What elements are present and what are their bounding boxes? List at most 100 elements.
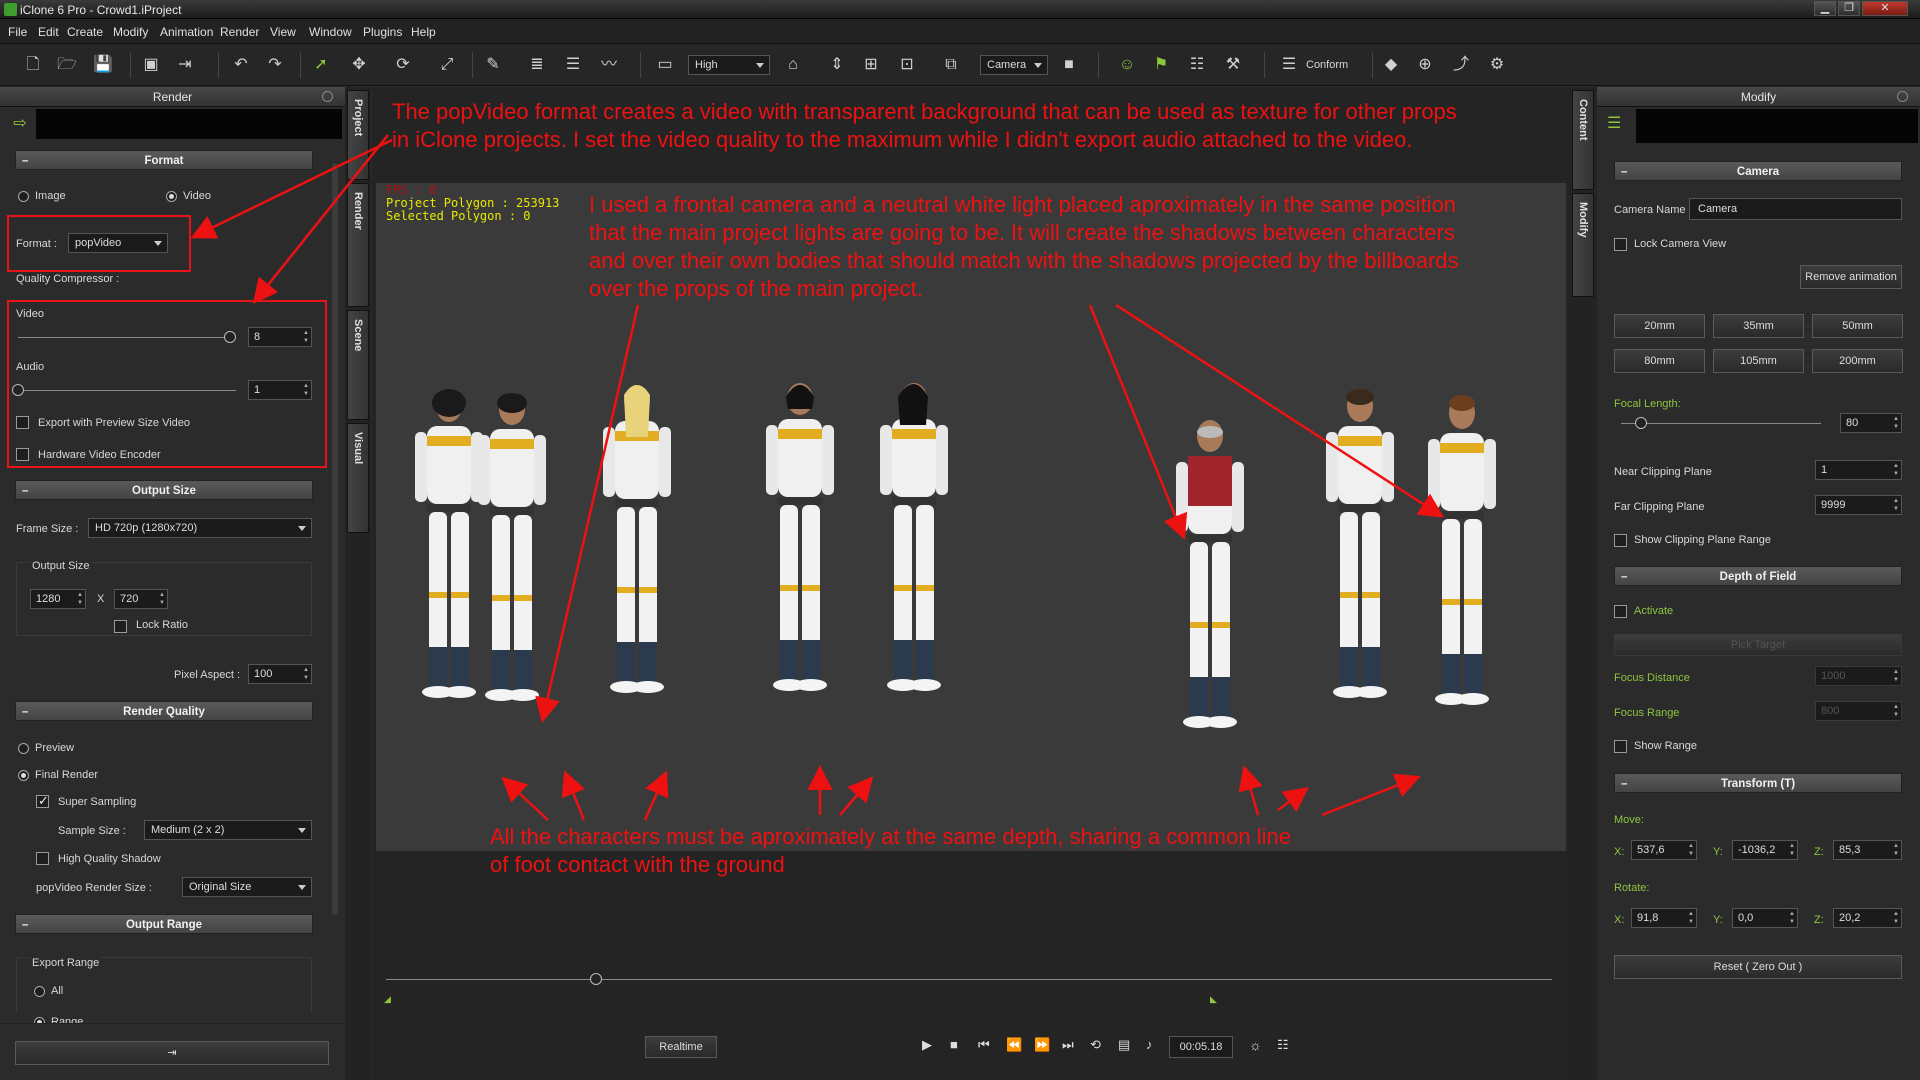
lock-ratio-checkbox[interactable]	[114, 620, 127, 633]
wrench-icon[interactable]: ⚒	[1222, 54, 1244, 76]
focus-range-input[interactable]: 800 ▲ ▼	[1815, 701, 1902, 721]
lens-105mm-button[interactable]: 105mm	[1713, 349, 1804, 373]
gizmo-icon[interactable]: ◆	[1380, 54, 1402, 76]
eye-hide-icon[interactable]: 〰	[598, 54, 620, 76]
stop-icon[interactable]: ■	[950, 1037, 958, 1052]
output-size-section-header[interactable]: – Output Size	[15, 480, 313, 500]
transform-section-header[interactable]: – Transform (T)	[1614, 773, 1902, 793]
lens-20mm-button[interactable]: 20mm	[1614, 314, 1705, 338]
move-x-input[interactable]: 537,6 ▲ ▼	[1631, 840, 1697, 860]
remove-animation-button[interactable]: Remove animation	[1800, 265, 1902, 289]
redo-icon[interactable]: ↷	[264, 54, 286, 76]
move-y-input[interactable]: -1036,2 ▲ ▼	[1732, 840, 1798, 860]
camera-dropdown[interactable]: Camera	[980, 55, 1048, 75]
timeline-scrubber[interactable]	[589, 973, 602, 985]
timecode-field[interactable]: 00:05.18	[1169, 1036, 1233, 1058]
menu-create[interactable]: Create	[67, 25, 103, 39]
folder-export-icon[interactable]: ⤴	[1450, 54, 1472, 76]
loop-icon[interactable]: ⟲	[1090, 1037, 1101, 1053]
conform-label[interactable]: Conform	[1306, 59, 1348, 71]
align-icon[interactable]: ≣	[526, 54, 548, 76]
render-panel-scrollbar[interactable]	[332, 163, 338, 915]
show-dof-range-checkbox[interactable]	[1614, 740, 1627, 753]
render-export-icon[interactable]: ⇨	[6, 109, 34, 139]
new-file-icon[interactable]: 🗋	[22, 54, 44, 76]
timeline-track[interactable]	[386, 979, 1552, 980]
move-icon[interactable]: ✥	[348, 54, 370, 76]
tab-project[interactable]: Project	[347, 90, 369, 180]
pick-target-button[interactable]: Pick Target	[1614, 634, 1902, 656]
render-export-button[interactable]: ⇥	[15, 1041, 329, 1065]
video-camera-icon[interactable]: ■	[1058, 54, 1080, 76]
conform-icon[interactable]: ☰	[1278, 54, 1300, 76]
reset-zero-out-button[interactable]: Reset ( Zero Out )	[1614, 955, 1902, 979]
rotate-z-input[interactable]: 20,2 ▲ ▼	[1833, 908, 1902, 928]
video-radio[interactable]	[166, 191, 177, 202]
play-icon[interactable]: ▶	[922, 1037, 932, 1053]
close-button[interactable]: ✕	[1862, 1, 1908, 16]
tab-content[interactable]: Content	[1572, 90, 1594, 190]
panel-close-icon[interactable]	[322, 91, 333, 102]
lens-50mm-button[interactable]: 50mm	[1812, 314, 1903, 338]
go-end-icon[interactable]: ⏭	[1062, 1037, 1074, 1053]
format-section-header[interactable]: – Format	[15, 150, 313, 170]
modify-close-icon[interactable]	[1897, 91, 1908, 102]
go-start-icon[interactable]: ⏮	[978, 1037, 990, 1053]
image-radio[interactable]	[18, 191, 29, 202]
viewport-icon[interactable]: ▭	[654, 54, 676, 76]
modify-sliders-icon[interactable]: ☰	[1607, 113, 1629, 135]
clipboard-icon[interactable]: ☷	[1186, 54, 1208, 76]
undo-icon[interactable]: ↶	[230, 54, 252, 76]
maximize-button[interactable]: ❐	[1838, 1, 1860, 16]
home-icon[interactable]: ⌂	[782, 54, 804, 76]
timeline-start-marker[interactable]: ◢	[384, 994, 391, 1005]
super-sampling-checkbox[interactable]	[36, 793, 49, 809]
focal-length-slider[interactable]	[1621, 423, 1821, 424]
lock-camera-view-checkbox[interactable]	[1614, 238, 1627, 251]
fit-vertical-icon[interactable]: ⇕	[826, 54, 848, 76]
select-arrow-icon[interactable]: ➚	[310, 54, 332, 76]
pick-icon[interactable]: ✎	[482, 54, 504, 76]
move-z-input[interactable]: 85,3 ▲ ▼	[1833, 840, 1902, 860]
zoom-icon[interactable]: ⊕	[1414, 54, 1436, 76]
render-quality-section-header[interactable]: – Render Quality	[15, 701, 313, 721]
menu-help[interactable]: Help	[411, 25, 436, 39]
output-width-input[interactable]: 1280 ▲ ▼	[30, 589, 86, 609]
rotate-y-input[interactable]: 0,0 ▲ ▼	[1732, 908, 1798, 928]
camera-section-header[interactable]: – Camera	[1614, 161, 1902, 181]
next-frame-icon[interactable]: ⏩	[1034, 1037, 1050, 1053]
sample-size-dropdown[interactable]: Medium (2 x 2)	[144, 820, 312, 840]
tab-modify[interactable]: Modify	[1572, 193, 1594, 297]
timeline-settings-icon[interactable]: ☼	[1249, 1037, 1262, 1053]
output-range-section-header[interactable]: – Output Range	[15, 914, 313, 934]
pixel-aspect-input[interactable]: 100 ▲ ▼	[248, 664, 312, 684]
export-icon[interactable]: ⇥	[174, 54, 196, 76]
fit-all-icon[interactable]: ⊞	[860, 54, 882, 76]
lens-80mm-button[interactable]: 80mm	[1614, 349, 1705, 373]
tab-scene[interactable]: Scene	[347, 310, 369, 420]
quality-dropdown[interactable]: High	[688, 55, 770, 75]
minimize-button[interactable]: ▁	[1814, 1, 1836, 16]
menu-edit[interactable]: Edit	[38, 25, 59, 39]
menu-modify[interactable]: Modify	[113, 25, 148, 39]
range-all-radio[interactable]	[34, 986, 45, 997]
final-render-radio[interactable]	[18, 770, 29, 781]
near-clip-input[interactable]: 1 ▲ ▼	[1815, 460, 1902, 480]
realtime-button[interactable]: Realtime	[645, 1036, 717, 1058]
settings-sliders-icon[interactable]: ⚙	[1486, 54, 1508, 76]
distribute-icon[interactable]: ☰	[562, 54, 584, 76]
open-folder-icon[interactable]: 🗁	[56, 54, 78, 76]
menu-file[interactable]: File	[8, 25, 27, 39]
scale-icon[interactable]: ⤢	[436, 54, 458, 76]
flag-icon[interactable]: ⚑	[1150, 54, 1172, 76]
menu-window[interactable]: Window	[309, 25, 352, 39]
subtitle-icon[interactable]: ▤	[1118, 1037, 1130, 1053]
lens-200mm-button[interactable]: 200mm	[1812, 349, 1903, 373]
save-icon[interactable]: 💾	[92, 54, 114, 76]
frame-size-dropdown[interactable]: HD 720p (1280x720)	[88, 518, 312, 538]
rotate-icon[interactable]: ⟳	[392, 54, 414, 76]
hq-shadow-checkbox[interactable]	[36, 852, 49, 865]
far-clip-input[interactable]: 9999 ▲ ▼	[1815, 495, 1902, 515]
zoom-extent-icon[interactable]: ⊡	[896, 54, 918, 76]
menu-render[interactable]: Render	[220, 25, 259, 39]
